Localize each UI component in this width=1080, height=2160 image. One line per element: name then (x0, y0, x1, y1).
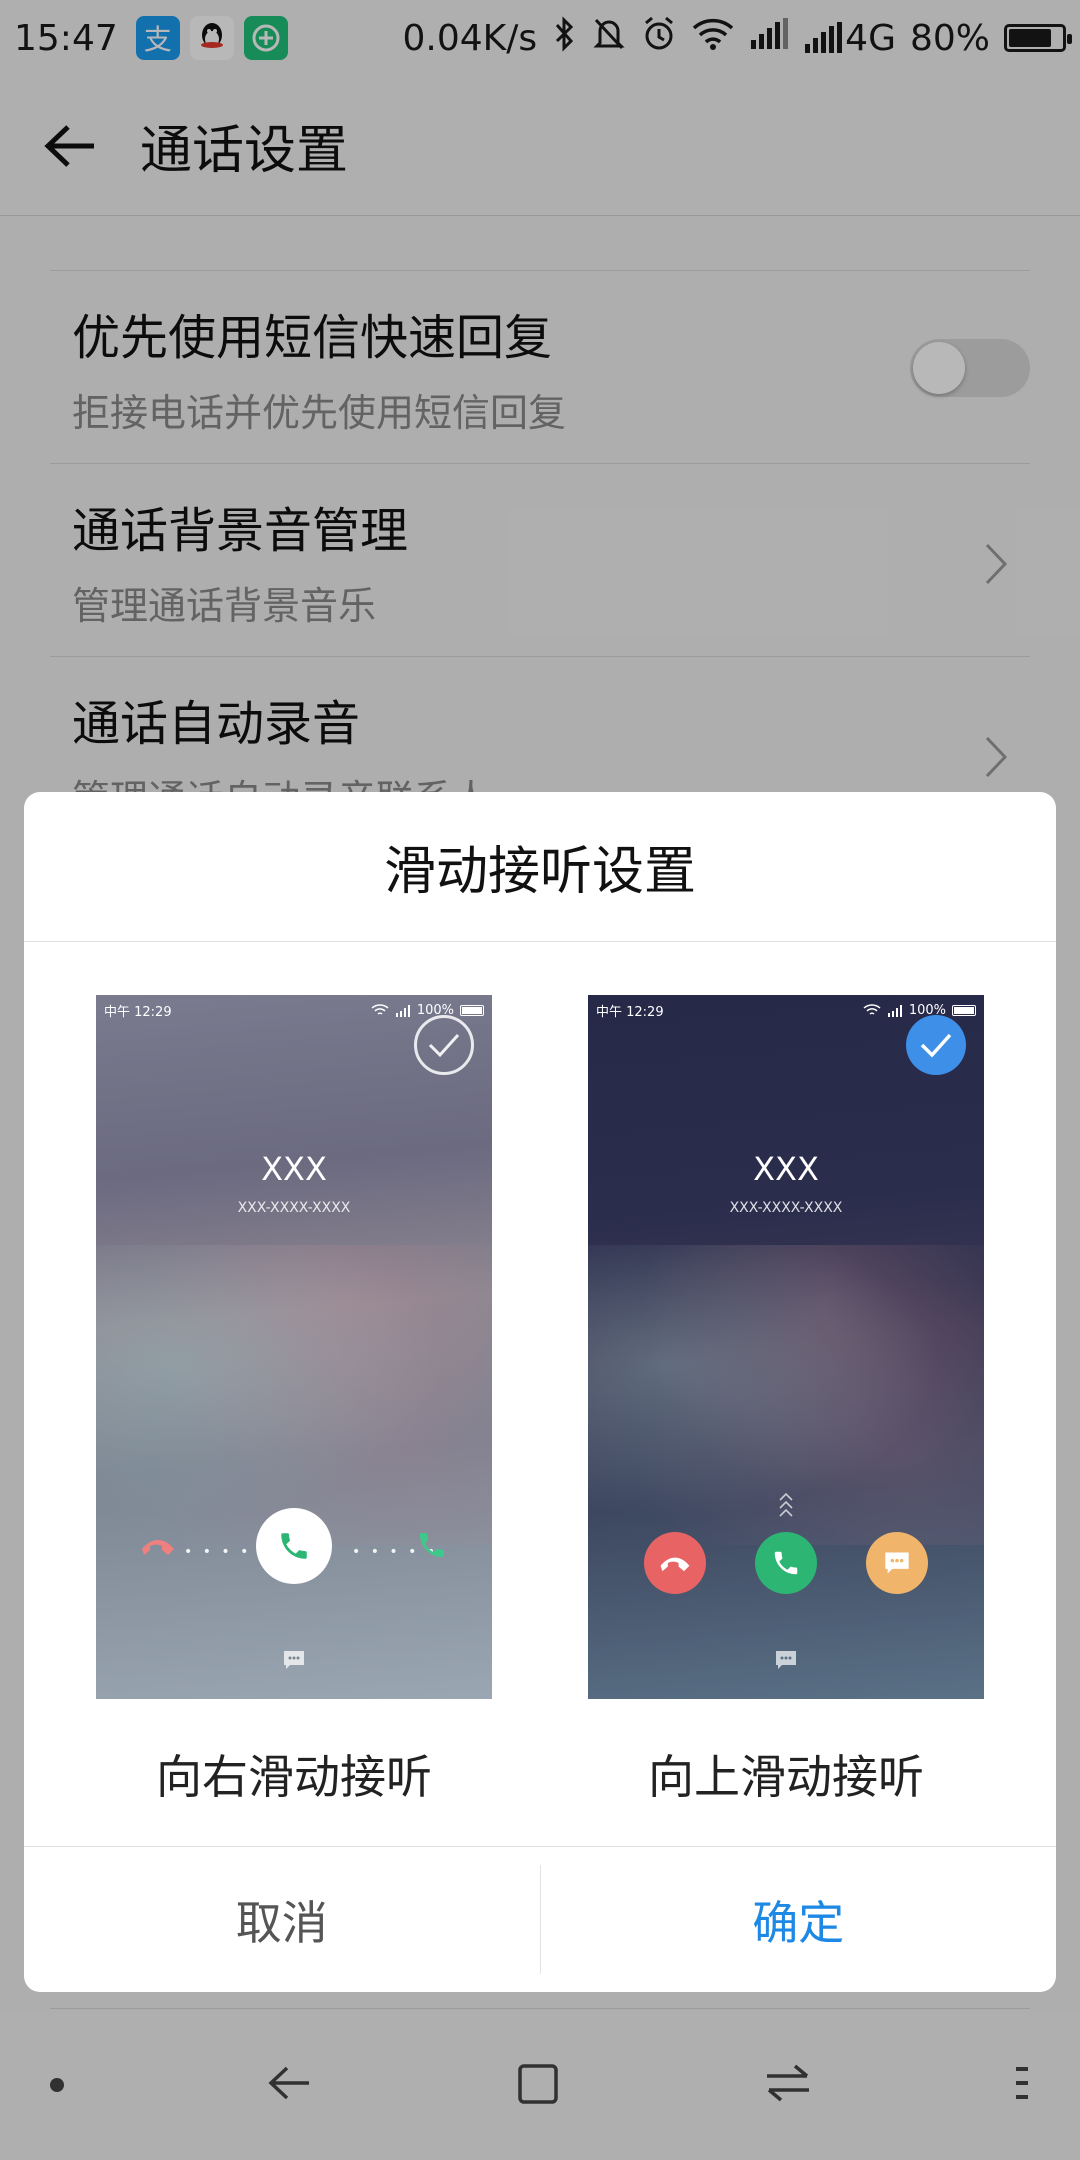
preview-caller-name: XXX (753, 1150, 819, 1188)
answer-handle (256, 1508, 332, 1584)
phone-icon (281, 1533, 307, 1559)
preview-swipe-up: 中午 12:29 100% XXX XXX-XXXX-XXXX (588, 995, 984, 1699)
option-swipe-up[interactable]: 中午 12:29 100% XXX XXX-XXXX-XXXX 向上滑动接听 (588, 995, 984, 1807)
cancel-button[interactable]: 取消 (24, 1847, 540, 1992)
preview-swipe-right: 中午 12:29 100% XXX XXX-XXXX-XXXX • • • • … (96, 995, 492, 1699)
option-swipe-right[interactable]: 中午 12:29 100% XXX XXX-XXXX-XXXX • • • • … (96, 995, 492, 1807)
swipe-options: 中午 12:29 100% XXX XXX-XXXX-XXXX • • • • … (24, 995, 1056, 1804)
phone-icon (774, 1551, 798, 1575)
option-check-unselected (414, 1015, 474, 1075)
option-check-selected (906, 1015, 966, 1075)
reject-phone-icon (142, 1540, 174, 1555)
option-label: 向右滑动接听 (156, 1750, 432, 1804)
message-icon (776, 1651, 796, 1669)
preview-caller-number: XXX-XXXX-XXXX (729, 1200, 843, 1216)
preview-caller-number: XXX-XXXX-XXXX (237, 1200, 351, 1216)
preview-status-bar: 中午 12:29 100% (104, 1001, 484, 1020)
option-label: 向上滑动接听 (648, 1750, 924, 1804)
dialog-actions: 取消 确定 (24, 1846, 1056, 1992)
dialog-title: 滑动接听设置 (24, 792, 1056, 942)
preview-status-bar: 中午 12:29 100% (596, 1001, 976, 1020)
answer-button-preview (755, 1532, 817, 1594)
reject-phone-icon (660, 1557, 690, 1572)
swipe-answer-dialog: 滑动接听设置 中午 12:29 100% XXX XXX-XXXX-XXXX •… (24, 792, 1056, 1992)
confirm-button[interactable]: 确定 (541, 1847, 1057, 1992)
chevron-up-icon (779, 1492, 793, 1517)
message-icon (885, 1552, 909, 1574)
preview-caller-name: XXX (261, 1150, 327, 1188)
message-button-preview (866, 1532, 928, 1594)
answer-phone-icon (420, 1533, 444, 1557)
reject-button-preview (644, 1532, 706, 1594)
message-icon (284, 1651, 304, 1669)
